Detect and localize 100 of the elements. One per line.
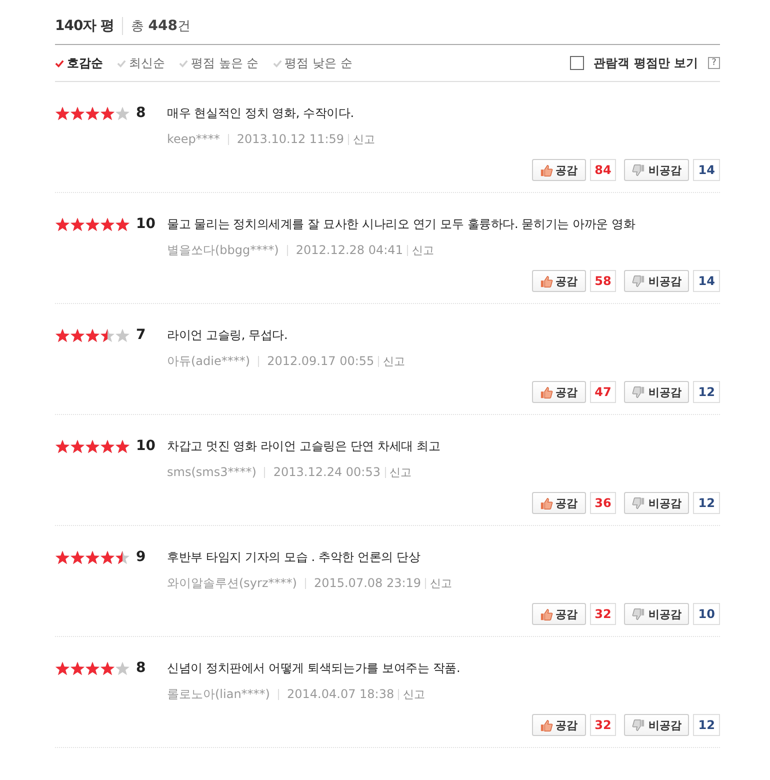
review-text: 차갑고 멋진 영화 라이언 고슬링은 단연 차세대 최고	[167, 438, 442, 455]
author-name: 아듀(adie****)	[167, 352, 250, 370]
report-link[interactable]: 신고	[353, 132, 376, 146]
report-link[interactable]: 신고	[412, 242, 434, 258]
review-date: 2015.07.08 23:19	[314, 576, 422, 590]
check-icon	[55, 58, 64, 68]
review-text: 후반부 타임지 기자의 모습 . 추악한 언론의 단상	[167, 549, 422, 566]
star-icon	[100, 216, 115, 232]
dislike-button[interactable]: 비공감	[624, 159, 690, 181]
review-date: 2012.12.28 04:41	[296, 243, 403, 257]
star-icon	[100, 660, 115, 676]
thumbs-up-icon	[540, 386, 553, 398]
star-icon	[55, 328, 70, 342]
thumbs-up-icon	[540, 608, 553, 620]
star-icon	[100, 328, 115, 342]
star-icon	[55, 216, 70, 232]
star-icon	[115, 550, 130, 564]
star-icon	[70, 660, 85, 676]
dislike-button[interactable]: 비공감	[624, 492, 690, 514]
star-icon	[115, 106, 130, 120]
star-icon	[70, 106, 85, 120]
star-icon	[85, 106, 100, 120]
like-count: 47	[590, 381, 616, 403]
thumbs-down-icon	[632, 386, 646, 398]
dislike-count: 12	[693, 381, 720, 403]
author-name: 별을쏘다(bbgg****)	[167, 242, 279, 258]
check-icon	[272, 58, 282, 68]
review-date: 2013.10.12 11:59	[236, 132, 344, 146]
star-icon	[70, 438, 85, 454]
thumbs-down-icon	[632, 274, 646, 288]
sort-tab[interactable]: 최신순	[117, 54, 165, 72]
report-link[interactable]: 신고	[430, 576, 452, 590]
star-icon	[70, 550, 85, 564]
dislike-button[interactable]: 비공감	[624, 714, 690, 736]
like-button[interactable]: 공감	[532, 603, 586, 625]
score: 7	[136, 327, 146, 343]
star-icon	[85, 216, 100, 232]
author-name: 롤로노아(lian****)	[167, 686, 270, 702]
star-icon	[55, 106, 70, 120]
thumbs-down-icon	[632, 718, 646, 732]
total-count: 총 448건	[131, 17, 190, 35]
like-count: 58	[590, 270, 616, 292]
check-icon	[117, 58, 126, 68]
author-name: sms(sms3****)	[167, 465, 256, 479]
star-icon	[115, 438, 130, 454]
star-icon	[55, 550, 70, 564]
score: 10	[136, 216, 156, 232]
star-icon	[85, 660, 100, 676]
thumbs-down-icon	[632, 608, 646, 620]
help-button[interactable]: ?	[708, 57, 720, 69]
review-text: 신념이 정치판에서 어떻게 퇴색되는가를 보여주는 작품.	[167, 660, 462, 677]
like-button[interactable]: 공감	[532, 270, 586, 292]
score: 8	[136, 105, 146, 121]
like-count: 84	[590, 159, 616, 181]
thumbs-down-icon	[632, 496, 646, 510]
star-icon	[85, 550, 100, 564]
like-button[interactable]: 공감	[532, 492, 586, 514]
score: 8	[136, 660, 146, 676]
dislike-button[interactable]: 비공감	[624, 270, 690, 292]
report-link[interactable]: 신고	[390, 464, 412, 480]
section-title: 140자 평	[55, 17, 124, 35]
like-count: 32	[590, 603, 616, 625]
score: 9	[136, 549, 146, 565]
star-icon	[115, 660, 130, 676]
review-date: 2012.09.17 00:55	[267, 354, 374, 368]
dislike-button[interactable]: 비공감	[624, 381, 690, 403]
author-name: 와이알솔루션(syrz****)	[167, 574, 297, 592]
star-icon	[100, 438, 115, 454]
star-icon	[85, 328, 100, 342]
like-count: 36	[590, 492, 616, 514]
thumbs-up-icon	[540, 274, 553, 288]
score: 10	[136, 438, 156, 454]
dislike-count: 10	[693, 603, 720, 625]
star-icon	[55, 660, 70, 676]
star-icon	[100, 106, 115, 120]
dislike-button[interactable]: 비공감	[624, 603, 690, 625]
like-button[interactable]: 공감	[532, 714, 586, 736]
thumbs-up-icon	[540, 496, 553, 510]
author-name: keep****	[167, 132, 220, 146]
star-icon	[100, 550, 115, 564]
report-link[interactable]: 신고	[383, 354, 406, 368]
report-link[interactable]: 신고	[403, 686, 426, 702]
checkbox[interactable]	[570, 56, 584, 70]
star-icon	[70, 328, 85, 342]
thumbs-up-icon	[540, 718, 553, 732]
star-icon	[70, 216, 85, 232]
dislike-count: 14	[693, 270, 720, 292]
star-icon	[115, 216, 130, 232]
like-button[interactable]: 공감	[532, 381, 586, 403]
sort-tab[interactable]: 평점 높은 순	[179, 54, 259, 72]
like-button[interactable]: 공감	[532, 159, 586, 181]
dislike-count: 12	[693, 714, 720, 736]
thumbs-down-icon	[632, 164, 646, 176]
sort-tab[interactable]: 평점 낮은 순	[272, 54, 352, 72]
review-date: 2013.12.24 00:53	[273, 465, 380, 479]
review-text: 매우 현실적인 정치 영화, 수작이다.	[167, 105, 355, 122]
dislike-count: 12	[693, 492, 720, 514]
sort-tab[interactable]: 호감순	[55, 54, 103, 72]
review-text: 라이언 고슬링, 무섭다.	[167, 327, 289, 344]
star-icon	[55, 438, 70, 454]
